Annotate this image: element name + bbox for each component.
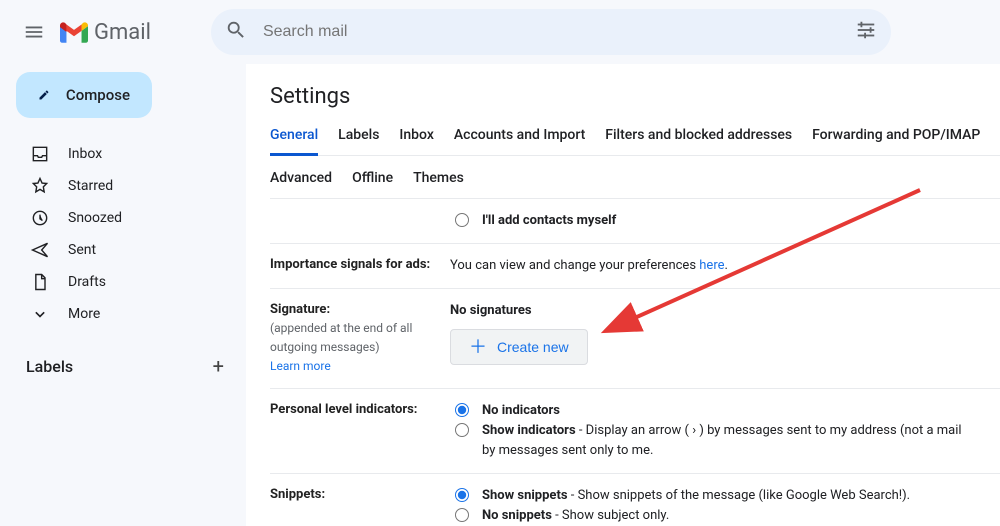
contacts-manual-option[interactable]: I'll add contacts myself [450, 211, 1000, 231]
create-signature-button[interactable]: ＋ Create new [450, 329, 588, 365]
search-options-icon[interactable] [855, 19, 877, 45]
snippets-label: Snippets: [270, 486, 450, 526]
inbox-icon [30, 144, 50, 164]
radio-input[interactable] [455, 403, 469, 417]
settings-panel: Settings General Labels Inbox Accounts a… [246, 64, 1000, 526]
radio-input[interactable] [455, 508, 469, 522]
sidebar: Compose Inbox Starred Snoozed Sent Draft… [0, 64, 246, 526]
nav-starred[interactable]: Starred [10, 170, 246, 202]
page-title: Settings [270, 84, 1000, 109]
nav-sent[interactable]: Sent [10, 234, 246, 266]
pli-no-indicators-option[interactable]: No indicators [450, 401, 1000, 421]
radio-input[interactable] [455, 213, 469, 227]
tab-general[interactable]: General [270, 127, 318, 156]
no-signatures-text: No signatures [450, 303, 532, 318]
tab-accounts[interactable]: Accounts and Import [454, 127, 585, 156]
radio-input[interactable] [455, 488, 469, 502]
brand-name: Gmail [94, 20, 151, 45]
search-input[interactable] [261, 22, 855, 42]
gmail-logo-icon [60, 21, 88, 43]
tab-forwarding[interactable]: Forwarding and POP/IMAP [812, 127, 980, 156]
search-icon[interactable] [225, 19, 247, 45]
signature-sublabel: (appended at the end of all outgoing mes… [270, 321, 412, 354]
nav-inbox[interactable]: Inbox [10, 138, 246, 170]
snippets-hide-option[interactable]: No snippets - Show subject only. [450, 506, 1000, 526]
pli-show-indicators-option[interactable]: Show indicators - Display an arrow ( › )… [450, 421, 1000, 461]
star-icon [30, 176, 50, 196]
settings-tabs: General Labels Inbox Accounts and Import… [270, 127, 1000, 199]
search-bar[interactable] [211, 9, 891, 55]
nav-more[interactable]: More [10, 298, 246, 330]
compose-button[interactable]: Compose [16, 72, 152, 118]
pencil-icon [38, 85, 50, 105]
send-icon [30, 240, 50, 260]
nav-drafts[interactable]: Drafts [10, 266, 246, 298]
clock-icon [30, 208, 50, 228]
labels-header: Labels [26, 357, 73, 376]
brand[interactable]: Gmail [60, 20, 151, 45]
importance-here-link[interactable]: here [699, 258, 724, 273]
pli-label: Personal level indicators: [270, 401, 450, 461]
signature-learn-more-link[interactable]: Learn more [270, 359, 331, 373]
importance-label: Importance signals for ads: [270, 256, 450, 276]
main-menu-button[interactable] [10, 8, 58, 56]
add-label-button[interactable]: + [213, 354, 224, 378]
tab-filters[interactable]: Filters and blocked addresses [605, 127, 792, 156]
tab-inbox[interactable]: Inbox [399, 127, 433, 156]
signature-label: Signature: [270, 302, 330, 317]
nav-snoozed[interactable]: Snoozed [10, 202, 246, 234]
file-icon [30, 272, 50, 292]
tab-labels[interactable]: Labels [338, 127, 379, 156]
tab-advanced[interactable]: Advanced [270, 170, 332, 186]
compose-label: Compose [66, 86, 130, 104]
hamburger-icon [23, 21, 45, 43]
snippets-show-option[interactable]: Show snippets - Show snippets of the mes… [450, 486, 1000, 506]
tab-themes[interactable]: Themes [413, 170, 464, 186]
chevron-down-icon [30, 304, 50, 324]
tab-offline[interactable]: Offline [352, 170, 393, 186]
radio-input[interactable] [455, 423, 469, 437]
